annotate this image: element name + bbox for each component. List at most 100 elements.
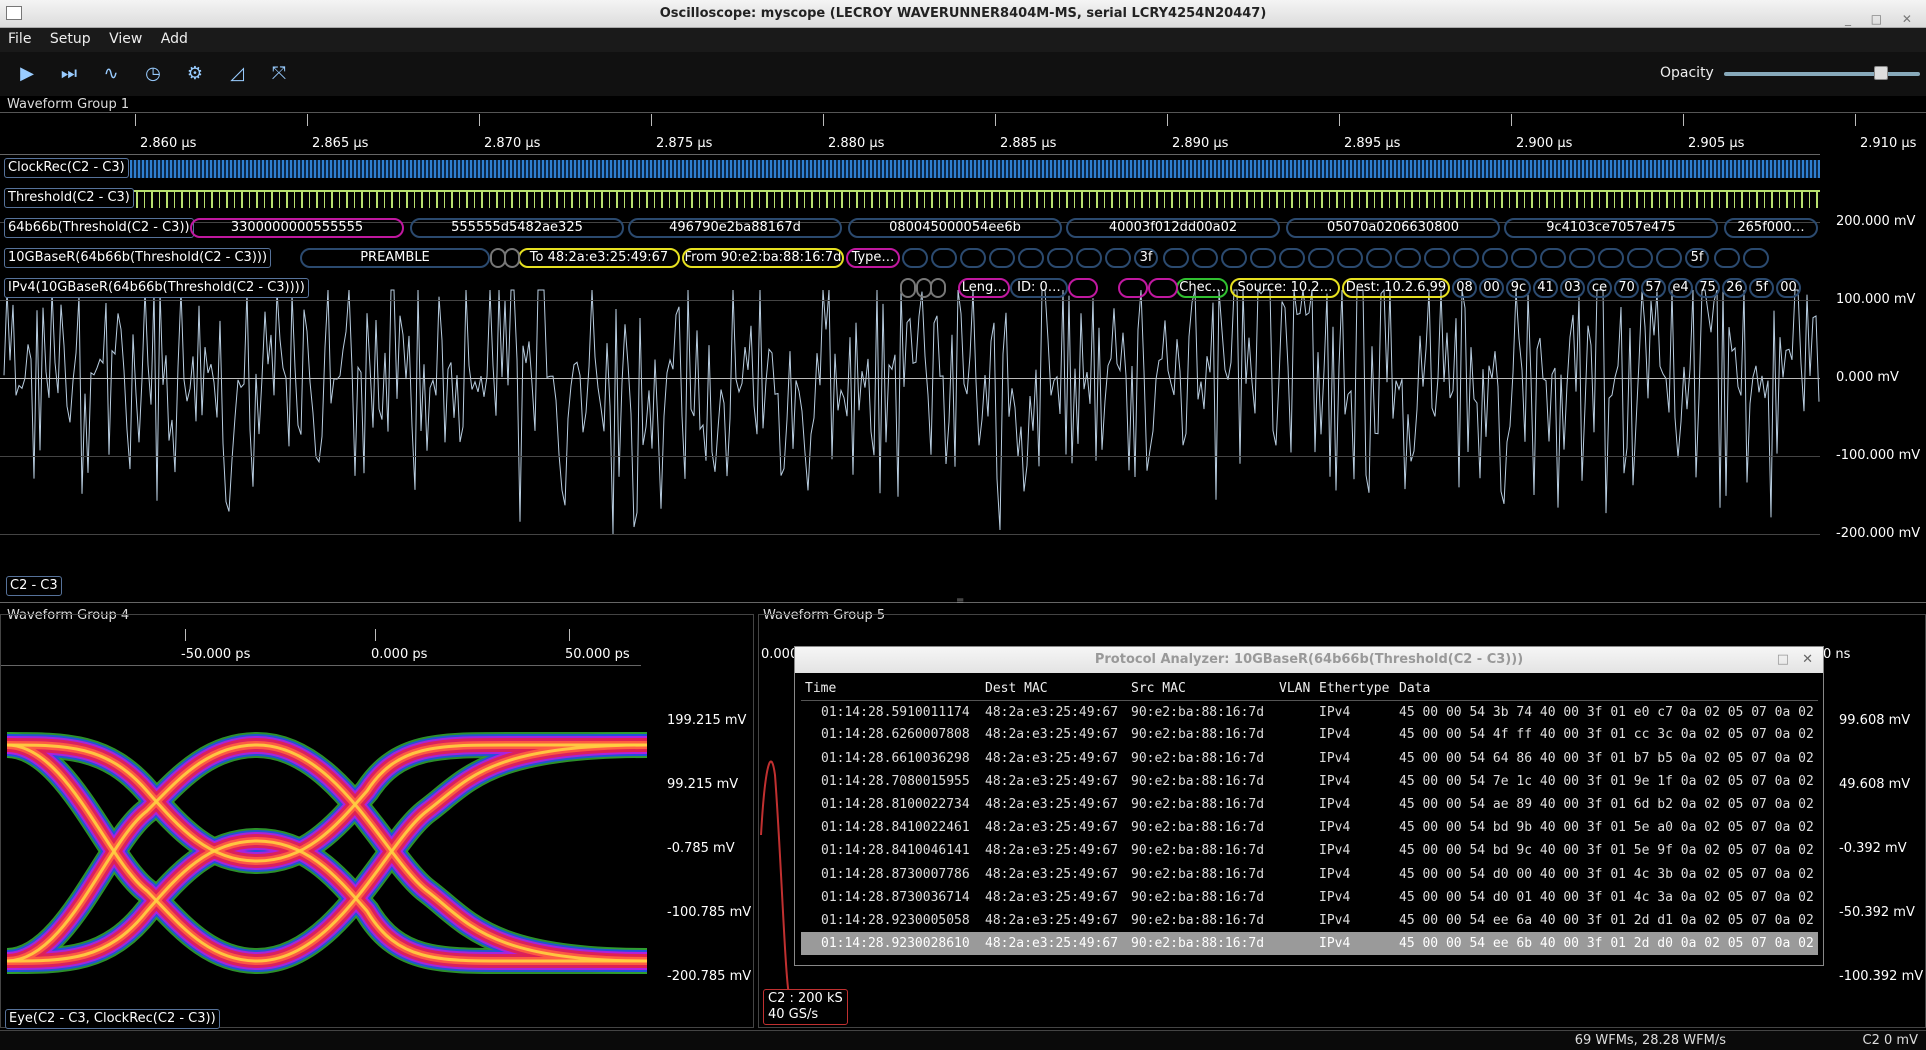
decode-10gbaser-field[interactable]: Type…: [846, 248, 900, 268]
col-data[interactable]: Data: [1395, 677, 1818, 701]
decode-10gbaser-field[interactable]: From 90:e2:ba:88:16:7d: [682, 248, 844, 268]
decode-ipv4-byte[interactable]: ce: [1587, 278, 1612, 298]
decode-ipv4-byte[interactable]: [900, 278, 916, 298]
decode-ipv4-byte[interactable]: [930, 278, 946, 298]
decode-ipv4-field[interactable]: Leng…: [958, 278, 1010, 298]
decode-10gbaser-byte[interactable]: [1163, 248, 1189, 268]
channel-label-4[interactable]: IPv4(10GBaseR(64b66b(Threshold(C2 - C3))…: [4, 278, 309, 298]
decode-64b66b-block[interactable]: 3300000000555555: [190, 218, 404, 238]
decode-64b66b-block[interactable]: 496790e2ba88167d: [628, 218, 842, 238]
menu-setup[interactable]: Setup: [42, 28, 97, 47]
table-row[interactable]: 01:14:28.7080015955 48:2a:e3:25:49:67 90:e…: [801, 770, 1818, 793]
decode-10gbaser-byte[interactable]: [960, 248, 986, 268]
decode-10gbaser-byte[interactable]: [1337, 248, 1363, 268]
decode-ipv4-byte[interactable]: 00: [1479, 278, 1504, 298]
decode-64b66b-block[interactable]: 555555d5482ae325: [410, 218, 624, 238]
table-row[interactable]: 01:14:28.9230028610 48:2a:e3:25:49:67 90:e…: [801, 932, 1818, 956]
trace-channel-label[interactable]: Eye(C2 - C3, ClockRec(C2 - C3)): [5, 1009, 220, 1029]
decode-10gbaser-byte[interactable]: 3f: [1134, 248, 1158, 268]
opacity-slider-knob[interactable]: [1873, 66, 1888, 80]
fit-icon[interactable]: ⤧: [264, 60, 294, 88]
table-row[interactable]: 01:14:28.6260007808 48:2a:e3:25:49:67 90:e…: [801, 723, 1818, 746]
decode-ipv4-field[interactable]: Dest: 10.2.6.99: [1342, 278, 1450, 298]
decode-64b66b-block[interactable]: 080045000054ee6b: [848, 218, 1062, 238]
decode-10gbaser-field[interactable]: To 48:2a:e3:25:49:67: [518, 248, 680, 268]
decode-ipv4-byte[interactable]: [1118, 278, 1148, 298]
decode-ipv4-byte[interactable]: 5f: [1749, 278, 1774, 298]
decode-10gbaser-byte[interactable]: [1743, 248, 1769, 268]
decode-10gbaser-byte[interactable]: [1250, 248, 1276, 268]
decode-ipv4-byte[interactable]: 70: [1614, 278, 1639, 298]
table-row[interactable]: 01:14:28.5910011174 48:2a:e3:25:49:67 90:e…: [801, 700, 1818, 723]
channel-label-2[interactable]: 64b66b(Threshold(C2 - C3)): [4, 218, 194, 238]
decode-ipv4-byte[interactable]: 03: [1560, 278, 1585, 298]
decode-10gbaser-byte[interactable]: [1105, 248, 1131, 268]
col-src-mac[interactable]: Src MAC: [1127, 677, 1275, 701]
decode-10gbaser-byte[interactable]: [1395, 248, 1421, 268]
close-icon[interactable]: ✕: [1802, 647, 1813, 673]
col-ethertype[interactable]: Ethertype: [1315, 677, 1395, 701]
decode-ipv4-field[interactable]: ID: 0…: [1010, 278, 1068, 298]
menu-view[interactable]: View: [101, 28, 148, 47]
decode-10gbaser-byte[interactable]: [504, 248, 520, 268]
table-row[interactable]: 01:14:28.8730036714 48:2a:e3:25:49:67 90:e…: [801, 886, 1818, 909]
menu-file[interactable]: File: [0, 28, 37, 47]
decode-10gbaser-byte[interactable]: [1221, 248, 1247, 268]
decode-ipv4-byte[interactable]: 9c: [1506, 278, 1531, 298]
table-row[interactable]: 01:14:28.8100022734 48:2a:e3:25:49:67 90:e…: [801, 793, 1818, 816]
table-row[interactable]: 01:14:28.8410046141 48:2a:e3:25:49:67 90:e…: [801, 839, 1818, 862]
trace-channel-label[interactable]: C2 - C3: [6, 576, 62, 596]
decode-ipv4-field[interactable]: Source: 10.2…: [1230, 278, 1340, 298]
decode-ipv4-field[interactable]: Chec…: [1176, 278, 1228, 298]
decode-10gbaser-byte[interactable]: [1279, 248, 1305, 268]
channel-label-3[interactable]: 10GBaseR(64b66b(Threshold(C2 - C3))): [4, 248, 272, 268]
decode-ipv4-byte[interactable]: [1068, 278, 1098, 298]
decode-10gbaser-byte[interactable]: [1714, 248, 1740, 268]
decode-ipv4-byte[interactable]: 75: [1695, 278, 1720, 298]
splitter-handle-icon[interactable]: ≡: [956, 596, 964, 607]
col-vlan[interactable]: VLAN: [1275, 677, 1315, 701]
table-row[interactable]: 01:14:28.6610036298 48:2a:e3:25:49:67 90:e…: [801, 747, 1818, 770]
decode-10gbaser-byte[interactable]: [1308, 248, 1334, 268]
single-step-icon[interactable]: ⏭: [54, 60, 84, 88]
decode-10gbaser-byte[interactable]: [1598, 248, 1624, 268]
decode-10gbaser-byte[interactable]: [1511, 248, 1537, 268]
channel-label-0[interactable]: ClockRec(C2 - C3): [4, 158, 129, 178]
history-icon[interactable]: ◷: [138, 60, 168, 88]
decode-10gbaser-byte[interactable]: [1627, 248, 1653, 268]
maximize-icon[interactable]: □: [1777, 647, 1789, 673]
decode-10gbaser-byte[interactable]: [1656, 248, 1682, 268]
decode-ipv4-byte[interactable]: 08: [1452, 278, 1477, 298]
decode-10gbaser-byte[interactable]: [1424, 248, 1450, 268]
decode-64b66b-block[interactable]: 9c4103ce7057e475: [1504, 218, 1718, 238]
decode-10gbaser-byte[interactable]: [1569, 248, 1595, 268]
measure-icon[interactable]: ◿: [222, 60, 252, 88]
decode-10gbaser-byte[interactable]: [1366, 248, 1392, 268]
table-row[interactable]: 01:14:28.9230005058 48:2a:e3:25:49:67 90:e…: [801, 909, 1818, 932]
decode-10gbaser-byte[interactable]: [1047, 248, 1073, 268]
decode-10gbaser-byte[interactable]: [902, 248, 928, 268]
decode-ipv4-byte[interactable]: 57: [1641, 278, 1666, 298]
table-row[interactable]: 01:14:28.8730007786 48:2a:e3:25:49:67 90:e…: [801, 863, 1818, 886]
decode-64b66b-block[interactable]: 05070a0206630800: [1286, 218, 1500, 238]
decode-10gbaser-byte[interactable]: 5f: [1685, 248, 1709, 268]
decode-10gbaser-byte[interactable]: [1076, 248, 1102, 268]
col-time[interactable]: Time: [801, 677, 981, 701]
decode-ipv4-byte[interactable]: 26: [1722, 278, 1747, 298]
decode-10gbaser-byte[interactable]: [1018, 248, 1044, 268]
channel-label-1[interactable]: Threshold(C2 - C3): [4, 188, 134, 208]
run-icon[interactable]: ▶: [12, 60, 42, 88]
decode-ipv4-byte[interactable]: 00: [1776, 278, 1801, 298]
decode-10gbaser-byte[interactable]: [931, 248, 957, 268]
channel-info-box[interactable]: C2 : 200 kS 40 GS/s: [763, 989, 848, 1025]
decode-64b66b-block[interactable]: 265f000…: [1724, 218, 1818, 238]
decode-10gbaser-byte[interactable]: [1482, 248, 1508, 268]
decode-ipv4-byte[interactable]: 41: [1533, 278, 1558, 298]
decode-10gbaser-byte[interactable]: [1453, 248, 1479, 268]
table-row[interactable]: 01:14:28.8410022461 48:2a:e3:25:49:67 90:e…: [801, 816, 1818, 839]
opacity-slider[interactable]: [1724, 66, 1920, 80]
decode-10gbaser-byte[interactable]: [1192, 248, 1218, 268]
decode-64b66b-block[interactable]: 40003f012dd00a02: [1066, 218, 1280, 238]
decode-10gbaser-byte[interactable]: [1540, 248, 1566, 268]
decode-10gbaser-field[interactable]: PREAMBLE: [300, 248, 490, 268]
